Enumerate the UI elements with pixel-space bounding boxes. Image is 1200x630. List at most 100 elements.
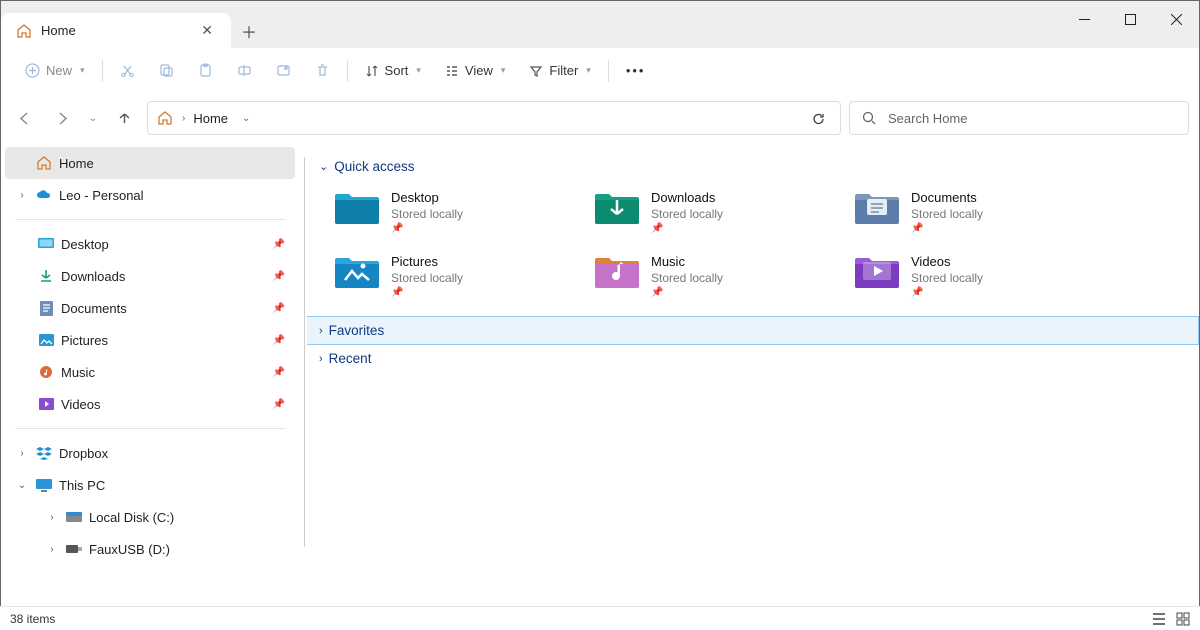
search-box[interactable]: Search Home <box>849 101 1189 135</box>
sort-label: Sort <box>385 63 409 78</box>
item-name: Downloads <box>651 190 723 205</box>
recent-locations-button[interactable]: ⌄ <box>85 103 101 133</box>
item-count: 38 items <box>10 612 55 626</box>
forward-button[interactable] <box>47 103 77 133</box>
item-location: Stored locally <box>651 207 723 221</box>
sidebar-item-downloads[interactable]: Downloads 📌 <box>5 260 295 292</box>
sidebar-label: Pictures <box>61 333 108 348</box>
copy-button[interactable] <box>147 55 186 87</box>
divider <box>15 428 285 429</box>
tab-home[interactable]: Home ✕ <box>1 13 231 48</box>
address-bar[interactable]: › Home ⌄ <box>147 101 841 135</box>
sidebar-label: Downloads <box>61 269 125 284</box>
refresh-button[interactable] <box>805 111 832 126</box>
new-button[interactable]: New ▾ <box>13 55 97 87</box>
quick-access-item[interactable]: DesktopStored locally📌 <box>335 190 585 234</box>
item-name: Videos <box>911 254 983 269</box>
item-name: Music <box>651 254 723 269</box>
tab-title: Home <box>41 23 76 38</box>
sidebar-item-music[interactable]: Music 📌 <box>5 356 295 388</box>
back-button[interactable] <box>9 103 39 133</box>
window-controls <box>1061 1 1199 37</box>
item-location: Stored locally <box>391 271 463 285</box>
quick-access-item[interactable]: Pictures Stored locally 📌 <box>335 254 585 298</box>
documents-icon <box>37 299 55 317</box>
sidebar-item-drive-d[interactable]: › FauxUSB (D:) <box>5 533 295 565</box>
quick-access-item[interactable]: Downloads Stored locally 📌 <box>595 190 845 234</box>
status-bar: 38 items <box>0 606 1200 630</box>
quick-access-item[interactable]: DocumentsStored locally📌 <box>855 190 1105 234</box>
sidebar-item-drive-c[interactable]: › Local Disk (C:) <box>5 501 295 533</box>
sidebar-item-thispc[interactable]: ⌄ This PC <box>5 469 295 501</box>
separator <box>347 60 348 82</box>
drive-icon <box>65 508 83 526</box>
sidebar-item-documents[interactable]: Documents 📌 <box>5 292 295 324</box>
tab-close-button[interactable]: ✕ <box>195 20 219 41</box>
chevron-right-icon: › <box>319 325 323 337</box>
maximize-button[interactable] <box>1107 1 1153 37</box>
up-button[interactable] <box>109 103 139 133</box>
sidebar-item-videos[interactable]: Videos 📌 <box>5 388 295 420</box>
sidebar-label: This PC <box>59 478 105 493</box>
pin-icon: 📌 <box>391 287 463 298</box>
item-name: Pictures <box>391 254 463 269</box>
pin-icon: 📌 <box>651 223 723 234</box>
section-recent[interactable]: › Recent <box>317 345 1199 372</box>
details-view-button[interactable] <box>1152 612 1166 626</box>
clipboard-icon <box>198 63 213 78</box>
home-icon <box>15 22 33 40</box>
filter-icon <box>529 64 543 78</box>
quick-access-item[interactable]: VideosStored locally📌 <box>855 254 1105 298</box>
thumbnails-view-button[interactable] <box>1176 612 1190 626</box>
sidebar-label: Dropbox <box>59 446 108 461</box>
sidebar-item-desktop[interactable]: Desktop 📌 <box>5 228 295 260</box>
sidebar-item-dropbox[interactable]: › Dropbox <box>5 437 295 469</box>
command-toolbar: New ▾ Sort▾ View▾ Filter▾ ••• <box>1 48 1199 93</box>
share-button[interactable] <box>264 55 303 87</box>
rename-button[interactable] <box>225 55 264 87</box>
section-quick-access[interactable]: ⌄ Quick access <box>317 153 1199 180</box>
breadcrumb-separator: › <box>182 113 185 124</box>
folder-icon <box>595 254 639 298</box>
close-button[interactable] <box>1153 1 1199 37</box>
expand-icon[interactable]: › <box>15 190 29 201</box>
chevron-right-icon: › <box>319 353 323 365</box>
desktop-icon <box>37 235 55 253</box>
search-placeholder: Search Home <box>888 111 967 126</box>
expand-icon[interactable]: › <box>15 448 29 459</box>
search-icon <box>862 111 876 125</box>
item-location: Stored locally <box>651 271 723 285</box>
quick-access-item[interactable]: MusicStored locally📌 <box>595 254 845 298</box>
chevron-down-icon: ⌄ <box>319 160 328 173</box>
more-button[interactable]: ••• <box>614 55 658 87</box>
paste-button[interactable] <box>186 55 225 87</box>
music-icon <box>37 363 55 381</box>
rename-icon <box>237 63 252 78</box>
home-icon <box>35 154 53 172</box>
expand-icon[interactable]: › <box>45 512 59 523</box>
history-dropdown[interactable]: ⌄ <box>236 113 256 124</box>
folder-icon <box>335 254 379 298</box>
sidebar-item-pictures[interactable]: Pictures 📌 <box>5 324 295 356</box>
sort-button[interactable]: Sort▾ <box>353 55 433 87</box>
sidebar-label: Videos <box>61 397 101 412</box>
breadcrumb-home[interactable]: Home <box>193 111 228 126</box>
divider <box>15 219 285 220</box>
collapse-icon[interactable]: ⌄ <box>15 480 29 491</box>
view-label: View <box>465 63 493 78</box>
minimize-button[interactable] <box>1061 1 1107 37</box>
item-name: Desktop <box>391 190 463 205</box>
new-tab-button[interactable]: ＋ <box>231 13 267 48</box>
pin-icon: 📌 <box>273 367 285 378</box>
sidebar-item-onedrive[interactable]: › Leo - Personal <box>5 179 295 211</box>
view-button[interactable]: View▾ <box>433 55 517 87</box>
pin-icon: 📌 <box>391 223 463 234</box>
delete-button[interactable] <box>303 55 342 87</box>
separator <box>608 60 609 82</box>
sidebar-item-home[interactable]: Home <box>5 147 295 179</box>
cut-button[interactable] <box>108 55 147 87</box>
filter-label: Filter <box>549 63 578 78</box>
section-favorites[interactable]: › Favorites <box>307 316 1199 345</box>
filter-button[interactable]: Filter▾ <box>517 55 602 87</box>
expand-icon[interactable]: › <box>45 544 59 555</box>
